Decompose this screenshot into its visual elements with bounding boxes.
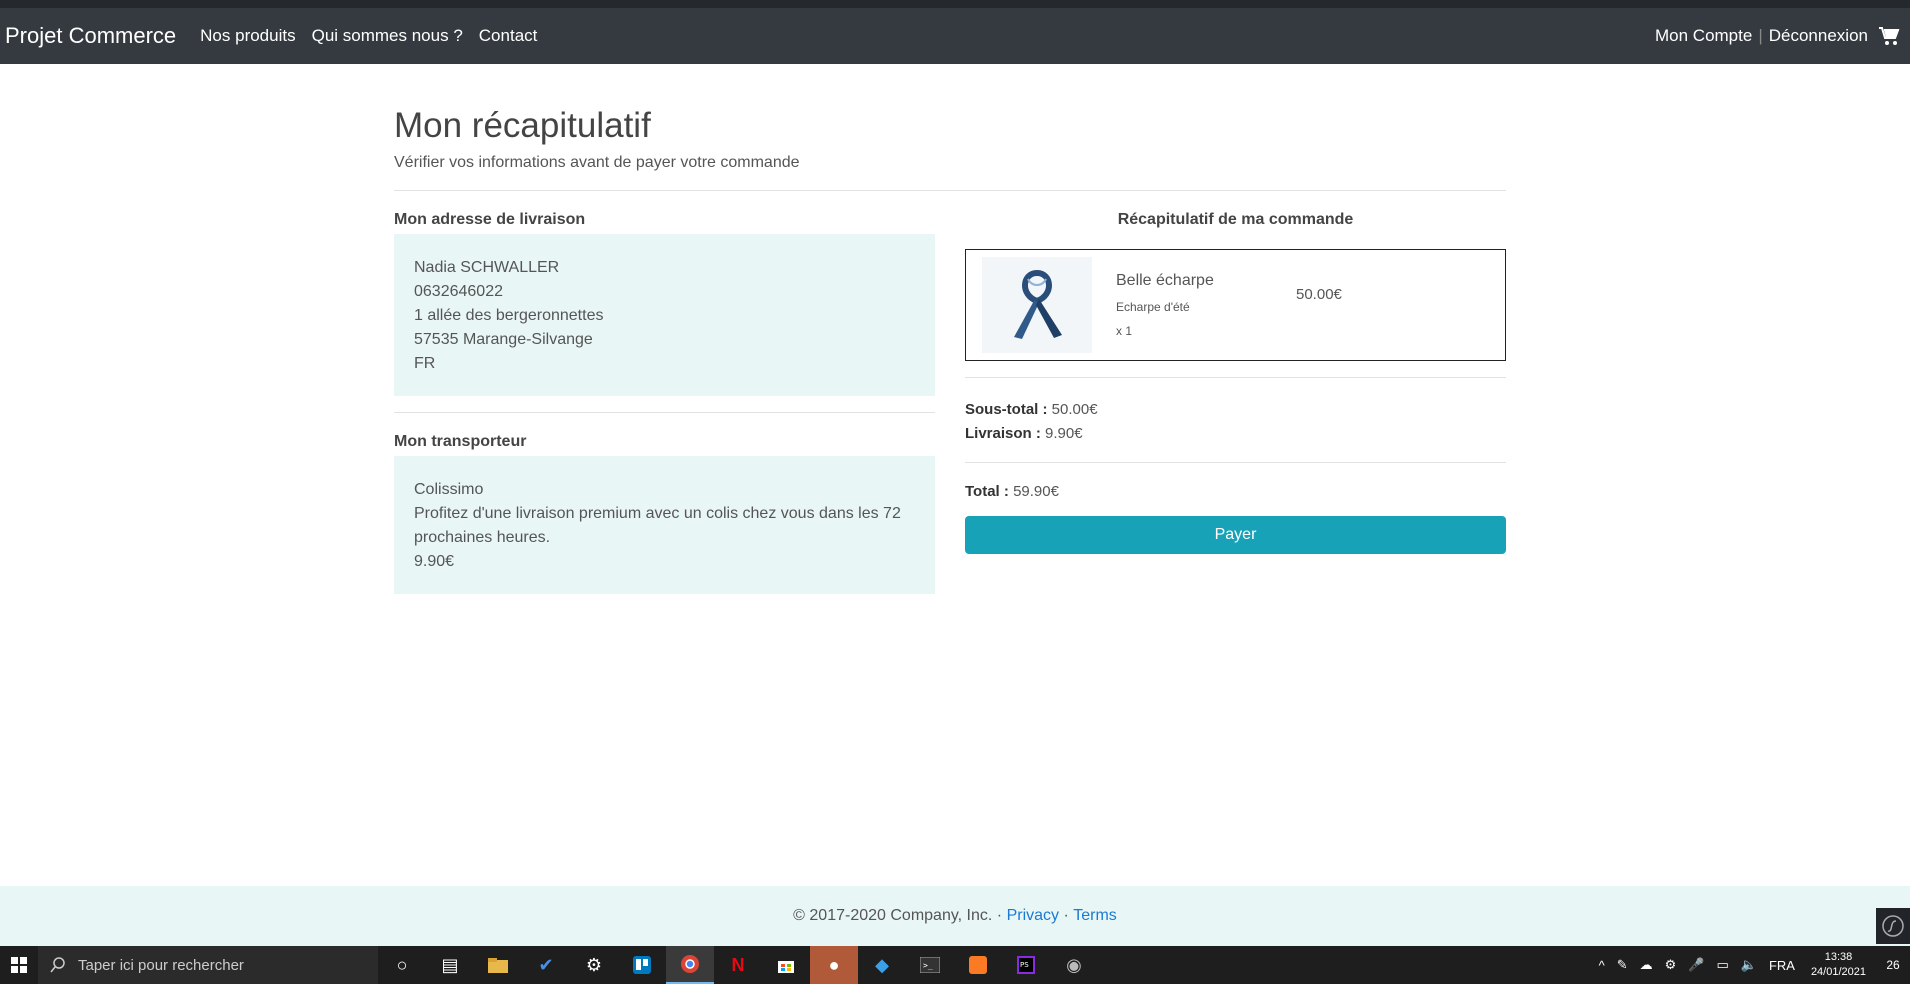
terms-link[interactable]: Terms bbox=[1073, 907, 1117, 925]
divider bbox=[394, 412, 935, 413]
vscode-icon[interactable]: ◆ bbox=[858, 946, 906, 984]
right-column: Récapitulatif de ma commande Belle échar… bbox=[965, 211, 1506, 594]
navbar: Projet Commerce Nos produits Qui sommes … bbox=[0, 8, 1910, 64]
total-label: Total : bbox=[965, 483, 1009, 500]
subtotal-row: Sous-total : 50.00€ bbox=[965, 398, 1506, 422]
product-quantity: x 1 bbox=[1116, 324, 1133, 338]
task-view-icon[interactable]: ▤ bbox=[426, 946, 474, 984]
cart-icon[interactable] bbox=[1878, 26, 1900, 46]
footer: © 2017-2020 Company, Inc. · Privacy · Te… bbox=[0, 886, 1910, 946]
store-icon[interactable] bbox=[762, 946, 810, 984]
shipping-value: 9.90€ bbox=[1045, 425, 1083, 442]
nav-separator: | bbox=[1758, 26, 1763, 45]
page-title: Mon récapitulatif bbox=[394, 106, 651, 145]
subtotal-label: Sous-total : bbox=[965, 401, 1048, 418]
address-line: FR bbox=[414, 355, 436, 372]
nav-link-products[interactable]: Nos produits bbox=[200, 26, 295, 46]
feather-icon[interactable]: ✎ bbox=[1617, 957, 1628, 973]
carrier-name: Colissimo bbox=[414, 481, 484, 498]
network-icon[interactable]: ▭ bbox=[1716, 957, 1728, 973]
footer-copyright: © 2017-2020 Company, Inc. · bbox=[793, 907, 1003, 924]
svg-text:PS: PS bbox=[1020, 961, 1029, 969]
left-column: Mon adresse de livraison Nadia SCHWALLER… bbox=[394, 211, 935, 594]
trello-icon[interactable] bbox=[618, 946, 666, 984]
app-icon[interactable]: ● bbox=[810, 946, 858, 984]
account-link[interactable]: Mon Compte bbox=[1655, 26, 1752, 46]
divider bbox=[394, 190, 1506, 191]
nav-right: Mon Compte | Déconnexion bbox=[1655, 26, 1910, 46]
file-explorer-icon[interactable] bbox=[474, 946, 522, 984]
sync-app-icon[interactable]: ⚙ bbox=[570, 946, 618, 984]
shipping-row: Livraison : 9.90€ bbox=[965, 422, 1506, 446]
clock-time: 13:38 bbox=[1824, 951, 1853, 963]
address-line: 0632646022 bbox=[414, 283, 503, 300]
logout-link[interactable]: Déconnexion bbox=[1769, 26, 1868, 46]
totals-block: Sous-total : 50.00€ Livraison : 9.90€ bbox=[965, 398, 1506, 446]
svg-text:>_: >_ bbox=[923, 961, 933, 970]
privacy-link[interactable]: Privacy bbox=[1007, 907, 1059, 925]
cortana-icon[interactable]: ○ bbox=[378, 946, 426, 984]
search-icon bbox=[50, 957, 65, 973]
divider bbox=[965, 377, 1506, 378]
xampp-icon[interactable] bbox=[954, 946, 1002, 984]
product-image bbox=[982, 257, 1092, 353]
footer-dot: · bbox=[1063, 907, 1069, 924]
symfony-toolbar-icon[interactable] bbox=[1876, 908, 1910, 944]
divider bbox=[965, 462, 1506, 463]
address-line: 57535 Marange-Silvange bbox=[414, 331, 593, 348]
chrome-icon[interactable] bbox=[666, 946, 714, 984]
carrier-description: Profitez d'une livraison premium avec un… bbox=[414, 505, 901, 546]
page-subtitle: Vérifier vos informations avant de payer… bbox=[394, 154, 800, 171]
phpstorm-icon[interactable]: PS bbox=[1002, 946, 1050, 984]
cloud-icon[interactable]: ☁ bbox=[1640, 957, 1653, 973]
netflix-icon[interactable]: N bbox=[714, 946, 762, 984]
address-box: Nadia SCHWALLER 0632646022 1 allée des b… bbox=[394, 234, 935, 396]
shipping-label: Livraison : bbox=[965, 425, 1041, 442]
notifications-icon[interactable]: 26 bbox=[1876, 946, 1910, 984]
order-heading: Récapitulatif de ma commande bbox=[1117, 211, 1354, 228]
product-name: Belle écharpe bbox=[1116, 272, 1214, 289]
window-top-strip bbox=[0, 0, 1910, 8]
windows-start-icon[interactable] bbox=[0, 946, 38, 984]
carrier-price: 9.90€ bbox=[414, 553, 455, 570]
product-description: Echarpe d'été bbox=[1116, 300, 1190, 314]
product-card: Belle écharpe Echarpe d'été x 1 50.00€ bbox=[965, 249, 1506, 361]
language-indicator[interactable]: FRA bbox=[1769, 958, 1795, 973]
windows-taskbar: Taper ici pour rechercher ○ ▤ ✔ ⚙ N ● ◆ … bbox=[0, 946, 1910, 984]
subtotal-value: 50.00€ bbox=[1051, 401, 1098, 418]
total-value: 59.90€ bbox=[1013, 483, 1059, 500]
app-shield-icon[interactable]: ◉ bbox=[1050, 946, 1098, 984]
brand-link[interactable]: Projet Commerce bbox=[5, 23, 176, 49]
chevron-up-icon[interactable]: ^ bbox=[1599, 958, 1605, 973]
taskbar-search[interactable]: Taper ici pour rechercher bbox=[38, 946, 378, 984]
carrier-heading: Mon transporteur bbox=[394, 433, 527, 450]
address-line: 1 allée des bergeronnettes bbox=[414, 307, 604, 324]
total-row: Total : 59.90€ bbox=[965, 483, 1506, 500]
nav-link-about[interactable]: Qui sommes nous ? bbox=[312, 26, 463, 46]
product-info: Belle écharpe Echarpe d'été x 1 bbox=[1116, 272, 1296, 338]
clock-date: 24/01/2021 bbox=[1810, 966, 1866, 978]
volume-icon[interactable]: 🔈 bbox=[1741, 957, 1757, 973]
search-placeholder: Taper ici pour rechercher bbox=[78, 956, 244, 974]
clock[interactable]: 13:38 24/01/2021 bbox=[1811, 950, 1866, 980]
pay-button[interactable]: Payer bbox=[965, 516, 1506, 554]
carrier-box: Colissimo Profitez d'une livraison premi… bbox=[394, 456, 935, 594]
terminal-icon[interactable]: >_ bbox=[906, 946, 954, 984]
microphone-icon[interactable]: 🎤 bbox=[1688, 957, 1704, 973]
todo-app-icon[interactable]: ✔ bbox=[522, 946, 570, 984]
system-tray: ^ ✎ ☁ ⚙ 🎤 ▭ 🔈 FRA 13:38 24/01/2021 26 bbox=[1593, 946, 1910, 984]
content-columns: Mon adresse de livraison Nadia SCHWALLER… bbox=[394, 211, 1506, 594]
notification-count: 26 bbox=[1886, 958, 1900, 972]
address-heading: Mon adresse de livraison bbox=[394, 211, 586, 228]
product-price: 50.00€ bbox=[1296, 285, 1342, 303]
address-line: Nadia SCHWALLER bbox=[414, 259, 560, 276]
main-container: Mon récapitulatif Vérifier vos informati… bbox=[394, 64, 1506, 594]
nav-link-contact[interactable]: Contact bbox=[479, 26, 538, 46]
app-tray-icon[interactable]: ⚙ bbox=[1665, 957, 1677, 973]
